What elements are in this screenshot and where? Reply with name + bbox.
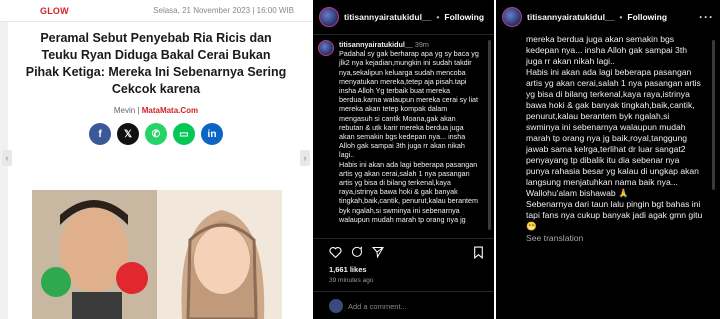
share-buttons: f 𝕏 ✆ ▭ in <box>0 123 312 145</box>
caption-block: titisannyairatukidul__ 39m Padahal sy ga… <box>318 40 490 224</box>
following-button[interactable]: Following <box>627 12 667 22</box>
avatar[interactable] <box>319 7 339 27</box>
whatsapp-icon[interactable]: ✆ <box>145 123 167 145</box>
heart-icon[interactable] <box>329 246 342 258</box>
avatar <box>329 299 343 313</box>
instagram-post-left: titisannyairatukidul__ • Following titis… <box>313 0 494 319</box>
article-date: Selasa, 21 November 2023 | 16:00 WIB <box>153 6 294 15</box>
bookmark-icon[interactable] <box>473 246 484 259</box>
caption: titisannyairatukidul__ 39m Padahal sy ga… <box>339 40 479 224</box>
article-headline: Peramal Sebut Penyebab Ria Ricis dan Teu… <box>25 31 287 96</box>
more-options-icon[interactable]: ··· <box>699 10 714 24</box>
caption-avatar[interactable] <box>318 40 334 56</box>
divider <box>313 291 494 292</box>
likes-count[interactable]: 1,661 likes <box>329 265 367 274</box>
following-button[interactable]: Following <box>444 12 484 22</box>
comment-bar: Add a comment... <box>329 299 407 313</box>
article-panel: GLOW Selasa, 21 November 2023 | 16:00 WI… <box>0 0 312 319</box>
caption-time: 39m <box>414 40 429 49</box>
avatar[interactable] <box>502 7 522 27</box>
divider <box>313 34 494 35</box>
article-photo-image <box>32 190 282 319</box>
caption-username[interactable]: titisannyairatukidul__ <box>339 40 413 49</box>
article-photo <box>32 190 282 319</box>
source-name[interactable]: MataMata.Com <box>142 106 198 115</box>
article-topbar: GLOW Selasa, 21 November 2023 | 16:00 WI… <box>0 0 312 22</box>
scrollbar[interactable] <box>712 40 715 190</box>
instagram-post-right: titisannyairatukidul__ • Following ··· m… <box>496 0 720 319</box>
scrollbar[interactable] <box>488 40 491 230</box>
byline: Mevin | MataMata.Com <box>113 106 199 115</box>
comment-icon[interactable] <box>351 246 363 258</box>
post-header: titisannyairatukidul__ • Following ··· <box>496 0 720 34</box>
post-age: 39 minutes ago <box>329 277 374 284</box>
screenshot-collage: GLOW Selasa, 21 November 2023 | 16:00 WI… <box>0 0 720 319</box>
facebook-icon[interactable]: f <box>89 123 111 145</box>
username[interactable]: titisannyairatukidul__ <box>344 12 431 22</box>
x-icon[interactable]: 𝕏 <box>117 123 139 145</box>
next-arrow-icon[interactable]: › <box>300 150 310 166</box>
post-actions <box>329 246 384 258</box>
see-translation-link[interactable]: See translation <box>526 233 704 244</box>
share-icon[interactable] <box>372 246 384 258</box>
comment-input[interactable]: Add a comment... <box>348 302 407 311</box>
line-icon[interactable]: ▭ <box>173 123 195 145</box>
linkedin-icon[interactable]: in <box>201 123 223 145</box>
caption-text: Padahal sy gak berharap apa yg sy baca y… <box>339 49 479 224</box>
author-name: Mevin <box>113 106 136 115</box>
divider <box>313 238 494 239</box>
left-scroll-track[interactable] <box>0 22 8 319</box>
username[interactable]: titisannyairatukidul__ <box>527 12 614 22</box>
caption-text: mereka berdua juga akan semakin bgs kede… <box>526 34 703 231</box>
prev-arrow-icon[interactable]: ‹ <box>2 150 12 166</box>
caption-block: mereka berdua juga akan semakin bgs kede… <box>526 34 704 244</box>
category-label[interactable]: GLOW <box>40 6 69 16</box>
post-header: titisannyairatukidul__ • Following <box>313 0 494 34</box>
